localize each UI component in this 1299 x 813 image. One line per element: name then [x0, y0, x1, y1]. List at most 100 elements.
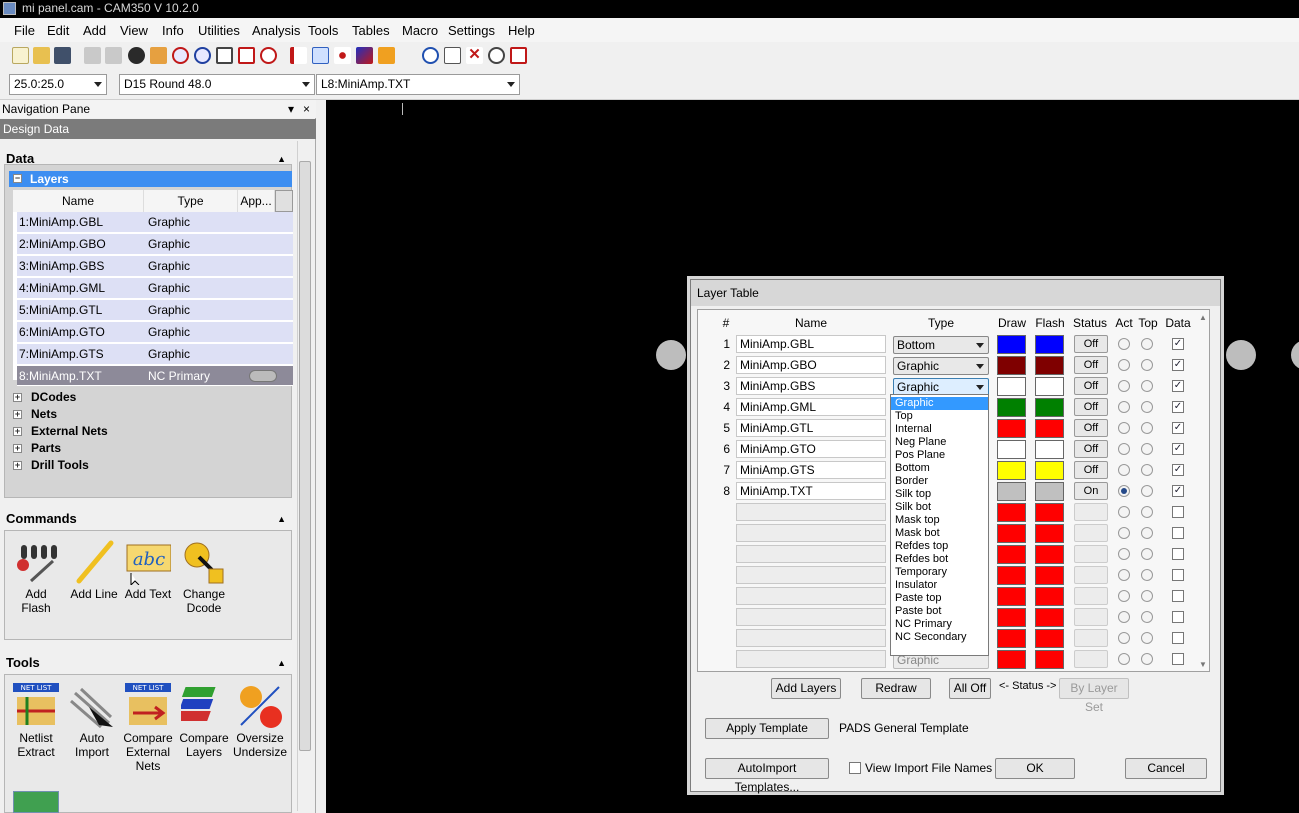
mirror-icon[interactable] [510, 47, 527, 64]
collapse-icon[interactable]: ▲ [277, 652, 286, 674]
top-radio[interactable] [1141, 338, 1153, 350]
top-radio[interactable] [1141, 632, 1153, 644]
grid-select[interactable]: 25.0:25.0 [9, 74, 107, 95]
draw-color-swatch[interactable] [997, 377, 1026, 396]
redraw-button[interactable]: Redraw [861, 678, 931, 699]
layer-name-field[interactable]: MiniAmp.GBL [736, 335, 886, 353]
commands-section-header[interactable]: Commands ▲ [4, 508, 292, 530]
data-checkbox[interactable]: ✓ [1172, 401, 1184, 413]
compare-external-nets-button[interactable]: NET LIST Compare External Nets [121, 683, 175, 773]
act-radio[interactable] [1118, 590, 1130, 602]
type-option[interactable]: Temporary [891, 566, 988, 579]
zoom-in-icon[interactable] [172, 47, 189, 64]
close-icon[interactable]: × [303, 100, 310, 118]
status-button[interactable]: On [1074, 482, 1108, 500]
rotate-icon[interactable] [488, 47, 505, 64]
data-checkbox[interactable]: ✓ [1172, 443, 1184, 455]
apply-template-button[interactable]: Apply Template [705, 718, 829, 739]
menu-help[interactable]: Help [508, 23, 535, 38]
col-app-header[interactable]: App... [238, 190, 275, 212]
new-icon[interactable] [12, 47, 29, 64]
move-icon[interactable] [422, 47, 439, 64]
column-chooser-icon[interactable] [275, 190, 293, 212]
status-button[interactable]: Off [1074, 398, 1108, 416]
empty-name-field[interactable] [736, 503, 886, 521]
top-radio[interactable] [1141, 506, 1153, 518]
menu-info[interactable]: Info [162, 23, 184, 38]
status-button[interactable] [1074, 650, 1108, 668]
type-option[interactable]: Neg Plane [891, 436, 988, 449]
act-radio[interactable] [1118, 506, 1130, 518]
top-radio[interactable] [1141, 422, 1153, 434]
dialog-scrollbar[interactable]: ▲ ▼ [1198, 311, 1209, 671]
layers-node[interactable]: − Layers [9, 171, 292, 187]
status-button[interactable] [1074, 566, 1108, 584]
act-radio[interactable] [1118, 443, 1130, 455]
data-checkbox[interactable] [1172, 611, 1184, 623]
type-option[interactable]: Graphic [891, 397, 988, 410]
top-radio[interactable] [1141, 359, 1153, 371]
status-button[interactable]: Off [1074, 461, 1108, 479]
zoom-all-icon[interactable] [238, 47, 255, 64]
status-button[interactable] [1074, 524, 1108, 542]
layer-name-field[interactable]: MiniAmp.GTL [736, 419, 886, 437]
top-radio[interactable] [1141, 527, 1153, 539]
col-name-header[interactable]: Name [13, 190, 144, 212]
type-option[interactable]: Silk bot [891, 501, 988, 514]
flash-color-swatch[interactable] [1035, 608, 1064, 627]
top-radio[interactable] [1141, 485, 1153, 497]
data-checkbox[interactable]: ✓ [1172, 485, 1184, 497]
pane-menu-icon[interactable]: ▾ [288, 100, 294, 118]
data-checkbox[interactable] [1172, 590, 1184, 602]
draw-color-swatch[interactable] [997, 545, 1026, 564]
redraw-icon[interactable] [260, 47, 277, 64]
menu-utilities[interactable]: Utilities [198, 23, 240, 38]
act-radio[interactable] [1118, 527, 1130, 539]
act-radio[interactable] [1118, 401, 1130, 413]
col-type-header[interactable]: Type [144, 190, 238, 212]
tree-external-nets[interactable]: + External Nets [11, 423, 108, 440]
all-off-button[interactable]: All Off [949, 678, 991, 699]
act-radio[interactable] [1118, 464, 1130, 476]
top-radio[interactable] [1141, 548, 1153, 560]
flash-color-swatch[interactable] [1035, 419, 1064, 438]
status-button[interactable] [1074, 545, 1108, 563]
tree-nets[interactable]: + Nets [11, 406, 57, 423]
print-icon[interactable] [150, 47, 167, 64]
data-checkbox[interactable]: ✓ [1172, 359, 1184, 371]
flash-color-swatch[interactable] [1035, 503, 1064, 522]
data-checkbox[interactable] [1172, 548, 1184, 560]
data-checkbox[interactable] [1172, 632, 1184, 644]
data-checkbox[interactable] [1172, 653, 1184, 665]
layer-row[interactable]: 1:MiniAmp.GBL Graphic [17, 212, 293, 233]
tree-drill-tools[interactable]: + Drill Tools [11, 457, 89, 474]
top-radio[interactable] [1141, 464, 1153, 476]
view-import-checkbox[interactable] [849, 762, 861, 774]
expand-icon[interactable]: + [13, 461, 22, 470]
layer-name-field[interactable]: MiniAmp.GML [736, 398, 886, 416]
type-option[interactable]: Silk top [891, 488, 988, 501]
flash-color-swatch[interactable] [1035, 335, 1064, 354]
layer-row[interactable]: 3:MiniAmp.GBS Graphic [17, 256, 293, 277]
layer-row-selected[interactable]: 8:MiniAmp.TXT NC Primary [17, 366, 293, 386]
flash-color-swatch[interactable] [1035, 461, 1064, 480]
scroll-down-icon[interactable]: ▼ [1199, 660, 1207, 669]
flash-color-swatch[interactable] [1035, 356, 1064, 375]
change-dcode-button[interactable]: Change Dcode [177, 539, 231, 615]
tree-parts[interactable]: + Parts [11, 440, 61, 457]
more-tools-icon[interactable] [13, 791, 59, 813]
type-option[interactable]: Mask top [891, 514, 988, 527]
act-radio[interactable] [1118, 338, 1130, 350]
draw-color-swatch[interactable] [997, 461, 1026, 480]
data-checkbox[interactable]: ✓ [1172, 422, 1184, 434]
type-option[interactable]: Bottom [891, 462, 988, 475]
empty-name-field[interactable] [736, 608, 886, 626]
layer-name-field[interactable]: MiniAmp.GBO [736, 356, 886, 374]
menu-tables[interactable]: Tables [352, 23, 390, 38]
collapse-box-icon[interactable]: − [13, 174, 22, 183]
by-layer-set-button[interactable]: By Layer Set [1059, 678, 1129, 714]
expand-icon[interactable]: + [13, 427, 22, 436]
layer-row[interactable]: 6:MiniAmp.GTO Graphic [17, 322, 293, 343]
empty-name-field[interactable] [736, 650, 886, 668]
draw-color-swatch[interactable] [997, 482, 1026, 501]
